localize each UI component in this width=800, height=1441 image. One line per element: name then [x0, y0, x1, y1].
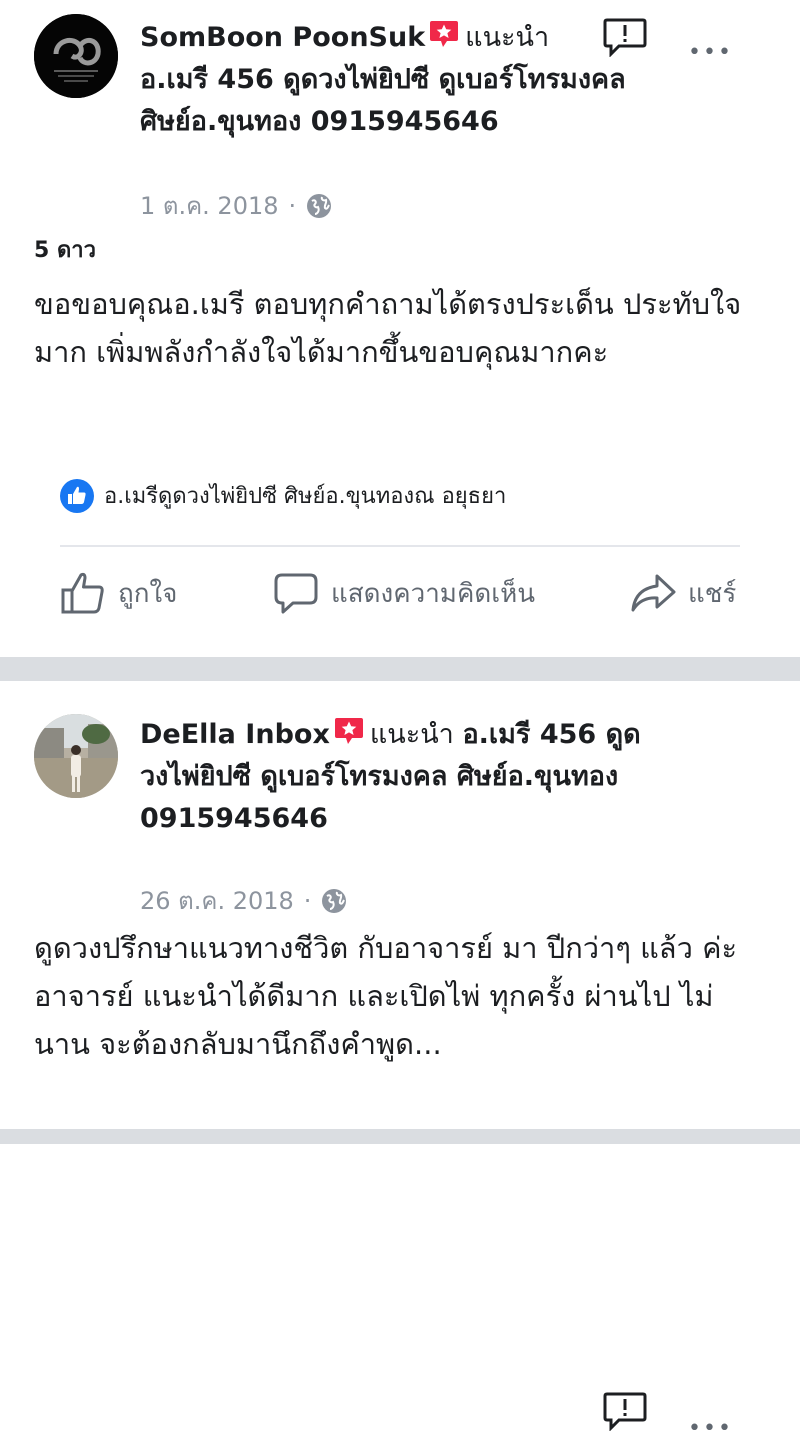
- like-button[interactable]: ถูกใจ: [60, 570, 177, 616]
- share-button[interactable]: แชร์: [630, 570, 736, 616]
- meta-separator: ·: [288, 191, 297, 220]
- share-icon: [631, 574, 676, 612]
- post-meta: 26 ต.ค. 2018 ·: [140, 881, 347, 920]
- page-name-link[interactable]: อ.เมรี 456 ดูดวงไพ่ยิปซี ดูเบอร์โทรมงคล …: [140, 64, 626, 137]
- comment-icon: [274, 573, 318, 614]
- avatar[interactable]: [34, 14, 118, 98]
- recommend-badge-icon: [429, 19, 459, 49]
- globe-icon: [307, 193, 332, 218]
- avatar-logo-icon: [34, 14, 118, 98]
- recommend-badge-icon: [334, 716, 364, 746]
- recommends-label: แนะนำ: [369, 719, 454, 750]
- meta-separator: ·: [303, 886, 312, 915]
- like-label: ถูกใจ: [118, 578, 178, 609]
- report-icon[interactable]: [603, 1391, 647, 1432]
- post-date[interactable]: 1 ต.ค. 2018: [140, 186, 279, 225]
- like-badge-icon: [60, 478, 94, 513]
- post-date[interactable]: 26 ต.ค. 2018: [140, 881, 294, 920]
- avatar-photo-icon: [34, 714, 118, 798]
- more-options-icon[interactable]: •••: [688, 40, 733, 65]
- rating-label: 5 ดาว: [34, 238, 96, 263]
- divider: [60, 545, 740, 547]
- post-meta: 1 ต.ค. 2018 ·: [140, 186, 332, 225]
- globe-icon: [322, 888, 347, 913]
- like-thumb-icon: [61, 572, 104, 614]
- comment-label: แสดงความคิดเห็น: [331, 578, 536, 609]
- review-post: SomBoon PoonSuk แนะนำ อ.เมรี 456 ดูดวงไพ่…: [0, 0, 800, 657]
- reactions-row[interactable]: อ.เมรีดูดวงไพ่ยิปซี ศิษย์อ.ขุนทองณ อยุธย…: [60, 478, 506, 513]
- likers-names: อ.เมรีดูดวงไพ่ยิปซี ศิษย์อ.ขุนทองณ อยุธย…: [104, 484, 507, 509]
- more-options-icon[interactable]: •••: [688, 1416, 733, 1441]
- post-header: SomBoon PoonSuk แนะนำ อ.เมรี 456 ดูดวงไพ่…: [140, 17, 660, 143]
- author-name[interactable]: SomBoon PoonSuk: [140, 22, 425, 53]
- post-separator: [0, 1129, 800, 1144]
- post-header: DeElla Inbox แนะนำ อ.เมรี 456 ดูดวงไพ่ยิป…: [140, 714, 660, 840]
- action-bar: ถูกใจ แสดงความคิดเห็น แชร์: [0, 570, 800, 630]
- post-separator: [0, 657, 800, 681]
- review-text: ขอขอบคุณอ.เมรี ตอบทุกคำถามได้ตรงประเด็น …: [34, 287, 742, 369]
- share-label: แชร์: [688, 578, 737, 609]
- avatar[interactable]: [34, 714, 118, 798]
- review-text: ดูดวงปรึกษาแนวทางชีวิต กับอาจารย์ มา ปีก…: [34, 931, 738, 1061]
- report-icon[interactable]: [603, 17, 647, 58]
- recommends-label: แนะนำ: [465, 22, 550, 53]
- comment-button[interactable]: แสดงความคิดเห็น: [273, 570, 535, 616]
- author-name[interactable]: DeElla Inbox: [140, 719, 330, 750]
